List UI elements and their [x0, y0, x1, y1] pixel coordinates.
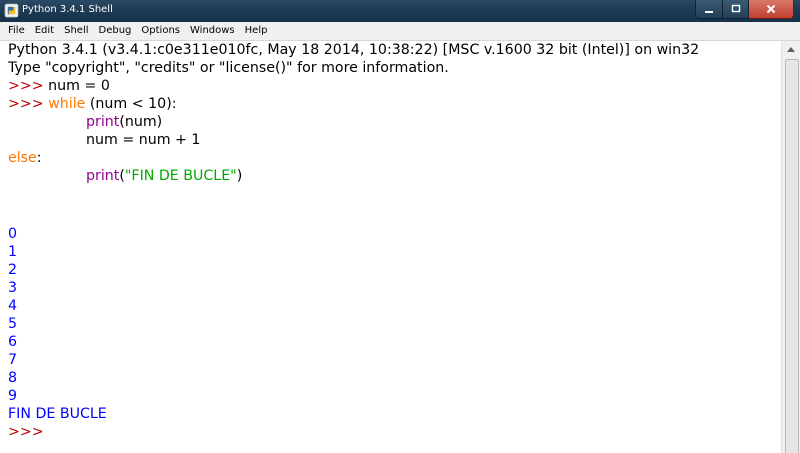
title-bar[interactable]: Python 3.4.1 Shell — [0, 0, 800, 22]
menu-debug[interactable]: Debug — [94, 22, 137, 40]
menu-help[interactable]: Help — [240, 22, 273, 40]
output-line: 8 — [8, 370, 18, 386]
output-line: 7 — [8, 352, 18, 368]
close-icon — [766, 4, 776, 14]
banner-line-info: Type "copyright", "credits" or "license(… — [8, 60, 449, 76]
maximize-button[interactable] — [723, 0, 749, 19]
output-line: 2 — [8, 262, 18, 278]
input-line: else: — [8, 149, 42, 167]
vertical-scrollbar[interactable] — [781, 41, 800, 453]
menu-windows[interactable]: Windows — [185, 22, 240, 40]
shell-prompt: >>> — [8, 78, 44, 94]
scroll-up-icon[interactable] — [787, 47, 795, 52]
input-line: >>> — [8, 423, 44, 441]
menu-shell[interactable]: Shell — [59, 22, 93, 40]
menu-bar: File Edit Shell Debug Options Windows He… — [0, 22, 800, 41]
keyword-while: while — [43, 96, 86, 112]
menu-file[interactable]: File — [0, 22, 30, 40]
code-text: (num < 10): — [85, 96, 177, 112]
builtin-print: print — [86, 168, 120, 184]
code-text: : — [36, 150, 42, 166]
python-app-icon — [4, 3, 19, 18]
output-line: FIN DE BUCLE — [8, 406, 107, 422]
output-line: 9 — [8, 388, 18, 404]
input-line: >>> while (num < 10): — [8, 95, 177, 113]
menu-edit[interactable]: Edit — [30, 22, 59, 40]
maximize-icon — [731, 4, 740, 13]
window-title: Python 3.4.1 Shell — [22, 4, 113, 15]
minimize-icon — [705, 11, 713, 13]
input-line: print(num) — [86, 113, 162, 131]
minimize-button[interactable] — [695, 0, 723, 19]
output-line: 4 — [8, 298, 18, 314]
shell-prompt: >>> — [8, 96, 44, 112]
code-text: num = 0 — [43, 78, 110, 94]
input-line: >>> num = 0 — [8, 77, 110, 95]
input-line: print("FIN DE BUCLE") — [86, 167, 242, 185]
input-line: num = num + 1 — [86, 131, 200, 149]
string-literal: "FIN DE BUCLE" — [124, 168, 237, 184]
close-button[interactable] — [749, 0, 794, 19]
output-line: 6 — [8, 334, 18, 350]
output-line: 1 — [8, 244, 18, 260]
code-text: ) — [236, 168, 243, 184]
code-text: (num) — [119, 114, 163, 130]
menu-options[interactable]: Options — [136, 22, 185, 40]
idle-shell-window: Python 3.4.1 Shell File Edit Shell Debug… — [0, 0, 800, 453]
code-text: num = num + 1 — [86, 132, 201, 148]
output-line: 0 — [8, 226, 18, 242]
keyword-else: else — [8, 150, 37, 166]
shell-prompt: >>> — [8, 424, 44, 440]
builtin-print: print — [86, 114, 120, 130]
output-line: 5 — [8, 316, 18, 332]
banner-line-version: Python 3.4.1 (v3.4.1:c0e311e010fc, May 1… — [8, 42, 700, 58]
shell-text-area[interactable]: Python 3.4.1 (v3.4.1:c0e311e010fc, May 1… — [0, 41, 780, 453]
window-controls — [695, 0, 794, 20]
scrollbar-thumb[interactable] — [785, 59, 799, 453]
output-line: 3 — [8, 280, 18, 296]
